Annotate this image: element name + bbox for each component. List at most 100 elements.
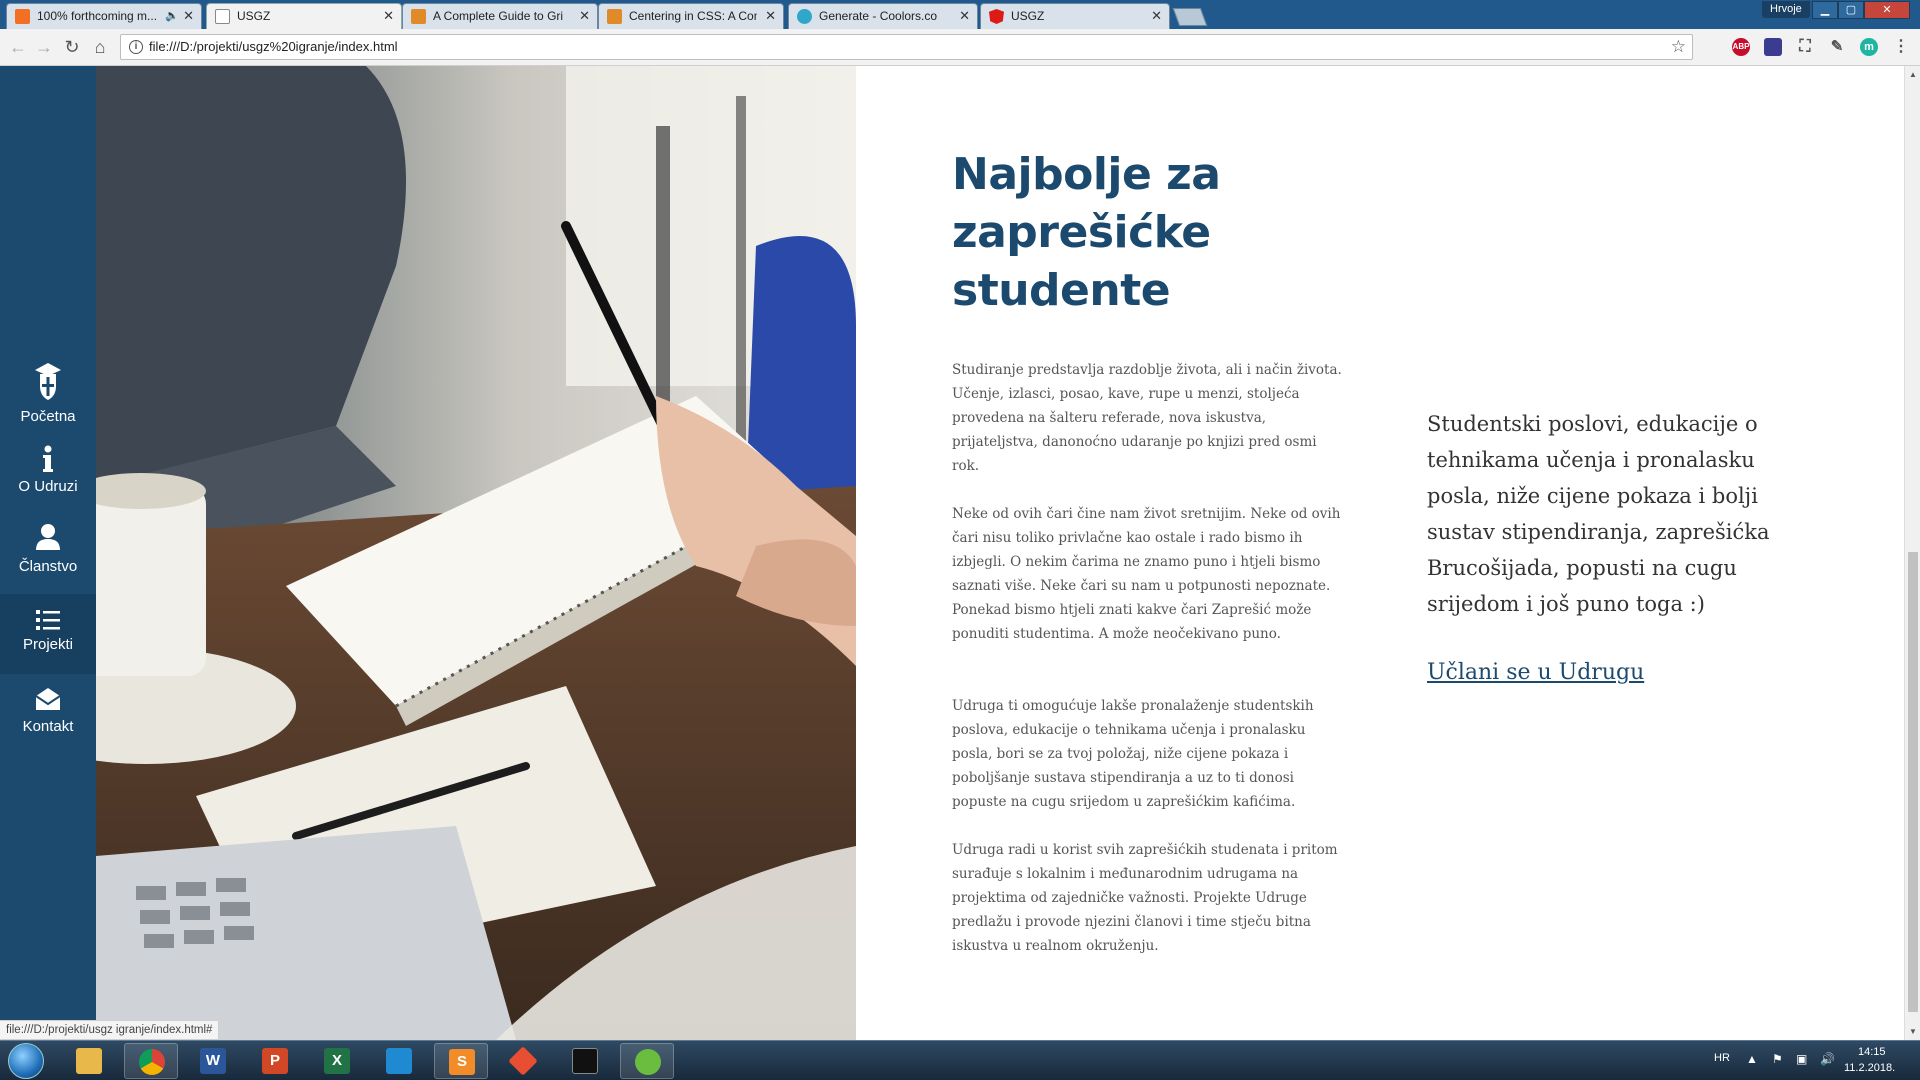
- page-info-icon[interactable]: i: [129, 40, 143, 54]
- highlight-text: Studentski poslovi, edukacije o tehnikam…: [1427, 412, 1770, 616]
- close-tab-icon[interactable]: ✕: [183, 4, 194, 28]
- taskbar-sublime[interactable]: S: [434, 1043, 488, 1079]
- paragraph-2: Neke od ovih čari čine nam život sretnij…: [952, 506, 1341, 642]
- close-tab-icon[interactable]: ✕: [579, 4, 590, 28]
- nav-label: Početna: [20, 408, 76, 425]
- browser-tab-strip: 100% forthcoming m... 🔈 ✕ USGZ ✕ A Compl…: [0, 0, 1920, 29]
- scroll-up-arrow-icon[interactable]: ▲: [1909, 70, 1917, 79]
- nav-item-clanstvo[interactable]: Članstvo: [0, 516, 96, 596]
- address-bar[interactable]: i file:///D:/projekti/usgz%20igranje/ind…: [120, 34, 1693, 60]
- start-button[interactable]: [8, 1043, 44, 1079]
- taskbar-utorrent[interactable]: [620, 1043, 674, 1079]
- tab-usgz-active[interactable]: USGZ ✕: [206, 3, 402, 29]
- tab-title: Centering in CSS: A Com: [629, 9, 757, 23]
- tab-soundcloud[interactable]: 100% forthcoming m... 🔈 ✕: [6, 3, 202, 29]
- tab-title: 100% forthcoming m...: [37, 9, 158, 23]
- eyedropper-icon[interactable]: ✎: [1828, 38, 1846, 56]
- extension-icon[interactable]: [1764, 38, 1782, 56]
- volume-icon[interactable]: 🔊: [1820, 1052, 1835, 1066]
- taskbar-git[interactable]: [496, 1043, 550, 1079]
- clock-date[interactable]: 11.2.2018.: [1844, 1062, 1895, 1074]
- page-scrollbar[interactable]: ▲ ▼: [1904, 66, 1920, 1040]
- taskbar-vscode[interactable]: [372, 1043, 426, 1079]
- taskbar-terminal[interactable]: [558, 1043, 612, 1079]
- close-tab-icon[interactable]: ✕: [765, 4, 776, 28]
- taskbar-file-explorer[interactable]: [62, 1043, 116, 1079]
- paragraph-1: Studiranje predstavlja razdoblje života,…: [952, 362, 1342, 474]
- graduation-shield-icon: [35, 363, 61, 400]
- tab-css-centering[interactable]: Centering in CSS: A Com ✕: [598, 3, 784, 29]
- back-button[interactable]: ←: [8, 37, 28, 57]
- soundcloud-icon: [15, 9, 30, 24]
- site-sidebar-nav: Početna O Udruzi Članstvo Projekti Konta…: [0, 66, 96, 1040]
- close-tab-icon[interactable]: ✕: [383, 4, 394, 28]
- taskbar-powerpoint[interactable]: P: [248, 1043, 302, 1079]
- sublime-icon: S: [449, 1049, 475, 1075]
- envelope-icon: [35, 688, 61, 710]
- scroll-down-arrow-icon[interactable]: ▼: [1909, 1027, 1917, 1036]
- taskbar-chrome[interactable]: [124, 1043, 178, 1079]
- reload-button[interactable]: ↻: [62, 37, 82, 57]
- nav-label: O Udruzi: [18, 478, 78, 495]
- tab-css-grid[interactable]: A Complete Guide to Gri ✕: [402, 3, 598, 29]
- join-association-link[interactable]: Učlani se u Udrugu: [1427, 660, 1644, 685]
- page-icon: [215, 9, 230, 24]
- adblock-plus-icon[interactable]: ABP: [1732, 38, 1750, 56]
- minimize-button[interactable]: ▁: [1812, 1, 1838, 19]
- tab-title: USGZ: [237, 9, 271, 23]
- paragraph-4: Udruga radi u korist svih zaprešićkih st…: [952, 842, 1338, 954]
- m-extension-icon[interactable]: m: [1860, 38, 1878, 56]
- page-viewport: Početna O Udruzi Članstvo Projekti Konta…: [0, 66, 1920, 1040]
- nav-item-o-udruzi[interactable]: O Udruzi: [0, 436, 96, 516]
- excel-icon: X: [324, 1048, 350, 1074]
- nav-item-kontakt[interactable]: Kontakt: [0, 676, 96, 756]
- action-center-flag-icon[interactable]: ⚑: [1772, 1052, 1783, 1066]
- link-status-bar: file:///D:/projekti/usgz igranje/index.h…: [0, 1020, 220, 1040]
- profile-button[interactable]: Hrvoje: [1762, 1, 1810, 18]
- nav-label: Projekti: [22, 636, 74, 653]
- powerpoint-icon: P: [262, 1048, 288, 1074]
- file-explorer-icon: [76, 1048, 102, 1074]
- network-icon[interactable]: ▣: [1796, 1052, 1807, 1066]
- window-close-button[interactable]: ✕: [1864, 1, 1910, 19]
- chrome-icon: [139, 1049, 165, 1075]
- hero-photo: [96, 66, 856, 1040]
- angular-icon: [989, 9, 1004, 24]
- nav-item-projekti[interactable]: Projekti: [0, 594, 96, 674]
- nav-item-pocetna[interactable]: Početna: [0, 356, 96, 436]
- list-icon: [36, 610, 60, 630]
- close-tab-icon[interactable]: ✕: [959, 4, 970, 28]
- close-tab-icon[interactable]: ✕: [1151, 4, 1162, 28]
- tab-usgz-angular[interactable]: USGZ ✕: [980, 3, 1170, 29]
- git-icon: [508, 1046, 538, 1076]
- info-icon: [43, 445, 53, 472]
- css-tricks-icon: [607, 9, 622, 24]
- maximize-button[interactable]: ▢: [1838, 1, 1864, 19]
- tab-coolors[interactable]: Generate - Coolors.co ✕: [788, 3, 978, 29]
- clock-time[interactable]: 14:15: [1858, 1046, 1886, 1058]
- home-button[interactable]: ⌂: [90, 37, 110, 57]
- speaker-icon[interactable]: 🔈: [165, 4, 179, 28]
- menu-kebab-icon[interactable]: ⋮: [1892, 38, 1910, 56]
- scrollbar-thumb[interactable]: [1908, 552, 1918, 1012]
- taskbar-excel[interactable]: X: [310, 1043, 364, 1079]
- word-icon: W: [200, 1048, 226, 1074]
- tab-title: A Complete Guide to Gri: [433, 9, 564, 23]
- forward-button[interactable]: →: [34, 37, 54, 57]
- nav-label: Članstvo: [18, 558, 78, 575]
- screenshot-icon[interactable]: ⛶: [1796, 38, 1814, 56]
- taskbar-word[interactable]: W: [186, 1043, 240, 1079]
- browser-toolbar: ← → ↻ ⌂ i file:///D:/projekti/usgz%20igr…: [0, 29, 1920, 66]
- css-tricks-icon: [411, 9, 426, 24]
- url-text[interactable]: file:///D:/projekti/usgz%20igranje/index…: [149, 39, 398, 54]
- terminal-icon: [572, 1048, 598, 1074]
- new-tab-button[interactable]: [1172, 8, 1208, 26]
- tab-title: Generate - Coolors.co: [819, 9, 938, 23]
- user-icon: [36, 524, 60, 550]
- page-title: Najbolje za zaprešićke studente: [952, 149, 1221, 316]
- bookmark-star-icon[interactable]: ☆: [1671, 37, 1686, 57]
- language-indicator[interactable]: HR: [1714, 1052, 1730, 1064]
- tray-expand-icon[interactable]: ▲: [1746, 1052, 1758, 1066]
- vscode-icon: [386, 1048, 412, 1074]
- paragraph-3: Udruga ti omogućuje lakše pronalaženje s…: [952, 698, 1314, 810]
